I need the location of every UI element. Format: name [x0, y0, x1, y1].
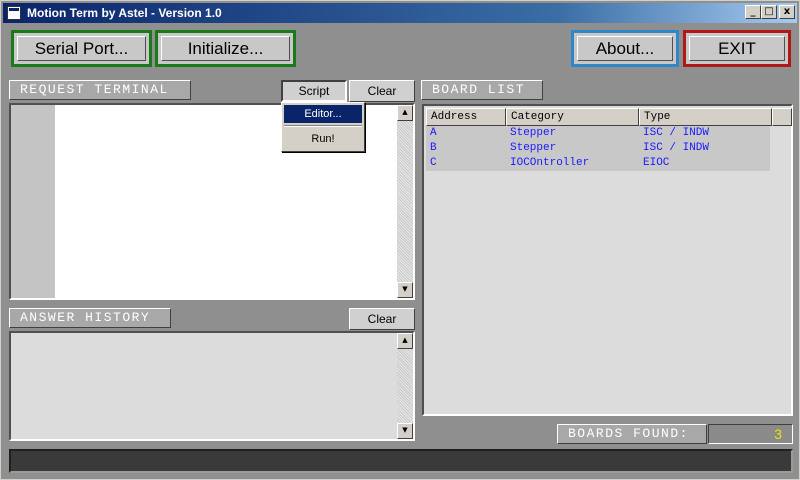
serial-port-button[interactable]: Serial Port... [11, 30, 152, 67]
answer-history-label: ANSWER HISTORY [9, 308, 171, 328]
request-clear-button[interactable]: Clear [349, 80, 415, 102]
answer-scrollbar[interactable]: ▲ ▼ [397, 333, 413, 439]
script-menu: Editor... Run! [281, 102, 365, 152]
minimize-button[interactable]: _ [745, 5, 761, 19]
cell-category: Stepper [510, 142, 557, 154]
scroll-up-arrow-icon[interactable]: ▲ [397, 333, 413, 349]
about-label: About... [595, 38, 655, 58]
serial-port-label: Serial Port... [34, 38, 129, 58]
initialize-button[interactable]: Initialize... [155, 30, 296, 67]
window-title: Motion Term by Astel - Version 1.0 [27, 6, 222, 20]
app-window: Motion Term by Astel - Version 1.0 _ □ x… [0, 0, 800, 480]
request-terminal-label: REQUEST TERMINAL [9, 80, 191, 100]
cell-category: Stepper [510, 127, 557, 139]
table-row[interactable]: C IOCOntroller EIOC [426, 156, 770, 171]
table-row[interactable]: A Stepper ISC / INDW [426, 126, 770, 141]
column-header-type[interactable]: Type [639, 108, 772, 126]
menu-item-editor[interactable]: Editor... [284, 105, 362, 123]
board-list-rows: A Stepper ISC / INDW B Stepper ISC / IND… [426, 126, 770, 171]
boards-found-label: BOARDS FOUND: [557, 424, 707, 444]
about-button[interactable]: About... [571, 30, 679, 67]
cell-address: C [430, 157, 437, 169]
answer-clear-button[interactable]: Clear [349, 308, 415, 330]
column-header-category[interactable]: Category [506, 108, 639, 126]
request-scrollbar[interactable]: ▲ ▼ [397, 105, 413, 298]
scroll-up-arrow-icon[interactable]: ▲ [397, 105, 413, 121]
status-bar [9, 449, 793, 473]
window-controls: _ □ x [745, 5, 795, 19]
maximize-button[interactable]: □ [761, 5, 777, 19]
close-button[interactable]: x [779, 5, 795, 19]
menu-item-run[interactable]: Run! [284, 130, 362, 148]
scroll-down-arrow-icon[interactable]: ▼ [397, 282, 413, 298]
scroll-down-arrow-icon[interactable]: ▼ [397, 423, 413, 439]
cell-address: A [430, 127, 437, 139]
cell-address: B [430, 142, 437, 154]
cell-type: ISC / INDW [643, 127, 710, 139]
exit-label: EXIT [718, 38, 756, 58]
cell-type: EIOC [643, 157, 670, 169]
title-bar[interactable]: Motion Term by Astel - Version 1.0 _ □ x [3, 3, 797, 23]
line-gutter [11, 105, 55, 298]
board-list-table: Address Category Type A Stepper ISC / IN… [422, 104, 793, 416]
table-row[interactable]: B Stepper ISC / INDW [426, 141, 770, 156]
cell-category: IOCOntroller [510, 157, 590, 169]
app-icon[interactable] [7, 6, 21, 20]
boards-found-count: 3 [708, 424, 793, 444]
script-button[interactable]: Script [281, 80, 347, 102]
menu-separator [284, 125, 362, 127]
board-list-label: BOARD LIST [421, 80, 543, 100]
board-list-header: Address Category Type [426, 108, 792, 126]
column-header-address[interactable]: Address [426, 108, 506, 126]
exit-button[interactable]: EXIT [683, 30, 791, 67]
cell-type: ISC / INDW [643, 142, 710, 154]
column-header-filler [772, 108, 792, 126]
answer-history-panel[interactable]: ▲ ▼ [9, 331, 415, 441]
initialize-label: Initialize... [187, 38, 264, 58]
